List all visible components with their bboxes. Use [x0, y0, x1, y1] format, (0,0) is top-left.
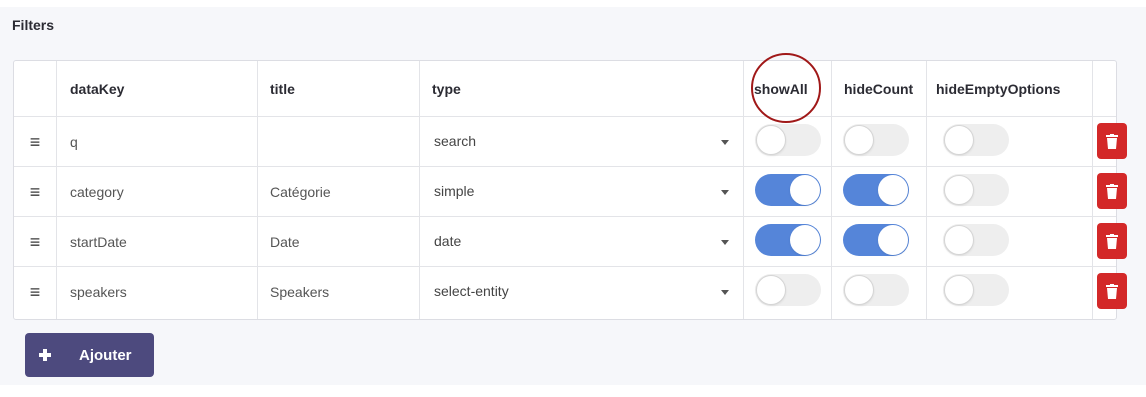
trash-icon: [1106, 283, 1118, 299]
type-select[interactable]: date: [434, 217, 461, 265]
column-header-type: type: [432, 81, 461, 97]
title-cell[interactable]: Speakers: [270, 267, 329, 317]
chevron-down-icon[interactable]: [721, 190, 729, 195]
type-select[interactable]: simple: [434, 167, 474, 215]
toggle-hidecount[interactable]: [843, 174, 909, 206]
row-divider: [14, 266, 1116, 267]
toggle-hideemptyoptions[interactable]: [943, 174, 1009, 206]
column-header-hidecount: hideCount: [844, 81, 914, 97]
datakey-cell[interactable]: category: [70, 167, 124, 217]
delete-button[interactable]: [1097, 173, 1127, 209]
drag-handle-icon[interactable]: ≡: [14, 267, 56, 317]
type-select[interactable]: search: [434, 117, 476, 165]
delete-button[interactable]: [1097, 123, 1127, 159]
column-divider: [831, 61, 832, 319]
toggle-hidecount[interactable]: [843, 274, 909, 306]
drag-handle-icon[interactable]: ≡: [14, 117, 56, 167]
drag-handle-icon[interactable]: ≡: [14, 167, 56, 217]
type-select[interactable]: select-entity: [434, 267, 509, 315]
chevron-down-icon[interactable]: [721, 240, 729, 245]
datakey-cell[interactable]: startDate: [70, 217, 127, 267]
title-cell[interactable]: Catégorie: [270, 167, 331, 217]
column-header-datakey: dataKey: [70, 81, 125, 97]
row-divider: [14, 216, 1116, 217]
delete-button[interactable]: [1097, 273, 1127, 309]
toggle-showall[interactable]: [755, 224, 821, 256]
row-divider: [14, 166, 1116, 167]
column-header-hideemptyoptions: hideEmptyOptions: [936, 81, 1061, 97]
toggle-hideemptyoptions[interactable]: [943, 274, 1009, 306]
row-divider: [14, 116, 1116, 117]
toggle-showall[interactable]: [755, 124, 821, 156]
column-divider: [1092, 61, 1093, 319]
add-button[interactable]: Ajouter: [25, 333, 154, 377]
trash-icon: [1106, 133, 1118, 149]
column-divider: [926, 61, 927, 319]
column-divider: [257, 61, 258, 319]
toggle-hideemptyoptions[interactable]: [943, 124, 1009, 156]
delete-button[interactable]: [1097, 223, 1127, 259]
column-header-title: title: [270, 81, 295, 97]
title-cell[interactable]: Date: [270, 217, 300, 267]
toggle-hideemptyoptions[interactable]: [943, 224, 1009, 256]
toggle-showall[interactable]: [755, 174, 821, 206]
trash-icon: [1106, 183, 1118, 199]
column-header-showall: showAll: [754, 81, 808, 97]
trash-icon: [1106, 233, 1118, 249]
plus-icon: [39, 349, 51, 361]
chevron-down-icon[interactable]: [721, 140, 729, 145]
toggle-hidecount[interactable]: [843, 224, 909, 256]
drag-handle-icon[interactable]: ≡: [14, 217, 56, 267]
toggle-hidecount[interactable]: [843, 124, 909, 156]
datakey-cell[interactable]: q: [70, 117, 78, 167]
column-divider: [419, 61, 420, 319]
chevron-down-icon[interactable]: [721, 290, 729, 295]
column-divider: [743, 61, 744, 319]
column-divider: [56, 61, 57, 319]
section-title: Filters: [12, 17, 55, 33]
toggle-showall[interactable]: [755, 274, 821, 306]
datakey-cell[interactable]: speakers: [70, 267, 127, 317]
add-button-label: Ajouter: [79, 346, 132, 364]
filters-table: dataKey title type showAll hideCount hid…: [13, 60, 1127, 320]
